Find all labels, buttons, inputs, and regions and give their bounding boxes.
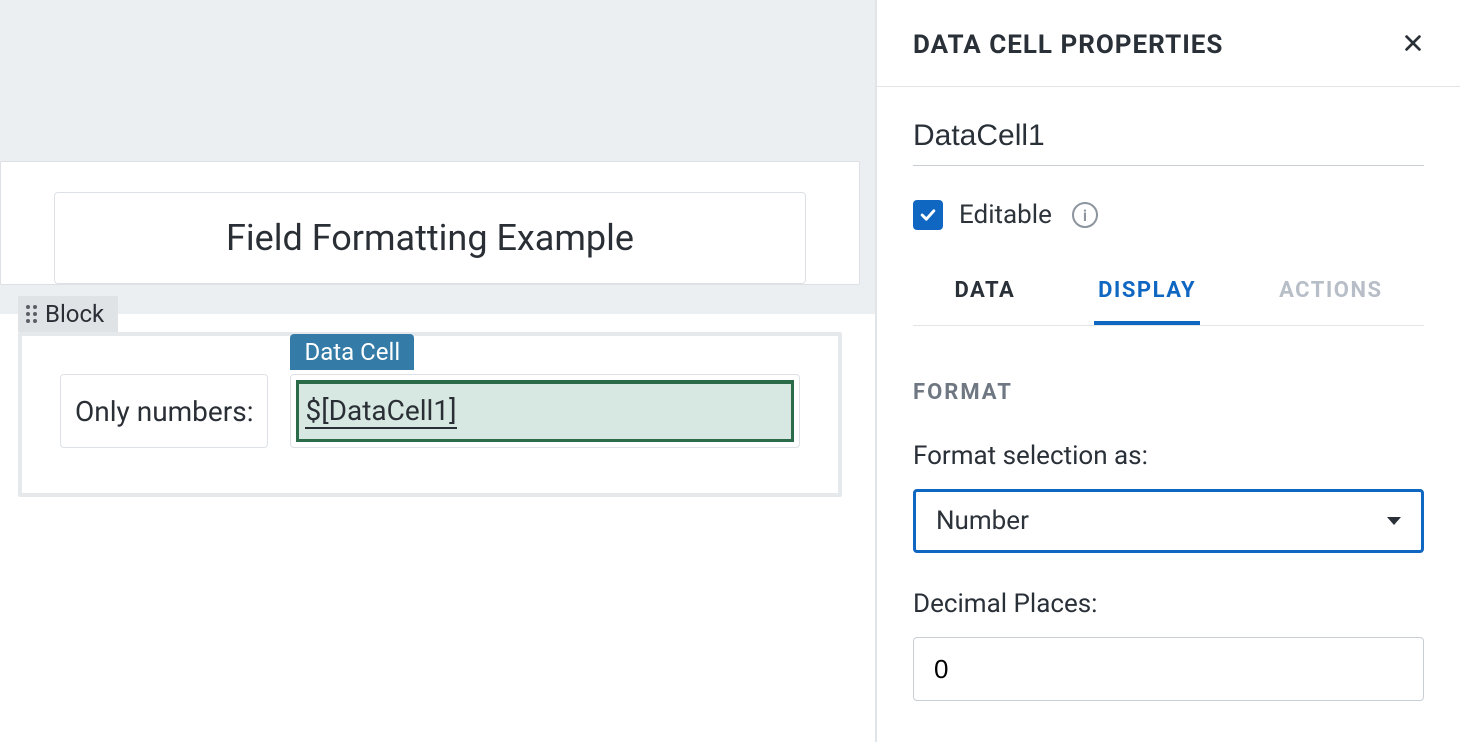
format-select[interactable]: Number [913,489,1424,553]
decimal-places-input[interactable] [913,637,1424,701]
canvas-area: Field Formatting Example Block Only numb… [0,0,875,742]
data-cell-value: $[DataCell1] [305,394,456,429]
label-cell-text: Only numbers: [75,395,253,428]
format-heading: FORMAT [913,380,1424,405]
close-button[interactable] [1402,32,1424,58]
editable-label: Editable [959,200,1052,230]
page-title-card[interactable]: Field Formatting Example [54,192,806,284]
block-container[interactable]: Only numbers: Data Cell $[DataCell1] [18,332,842,497]
page-title: Field Formatting Example [226,217,634,259]
editable-row: Editable i [913,200,1424,230]
canvas-surface: Field Formatting Example [0,161,860,285]
chevron-down-icon [1387,517,1401,525]
tab-display[interactable]: DISPLAY [1094,270,1200,325]
data-cell-wrapper: Data Cell $[DataCell1] [290,374,800,448]
panel-header: DATA CELL PROPERTIES [877,0,1460,87]
properties-panel: DATA CELL PROPERTIES Editable i DATA DIS… [875,0,1460,742]
decimal-places-label: Decimal Places: [913,589,1424,619]
tab-actions: ACTIONS [1275,270,1386,325]
datacell-name-input[interactable] [913,113,1424,166]
info-icon[interactable]: i [1072,202,1098,228]
data-cell[interactable]: $[DataCell1] [290,374,800,448]
editable-checkbox[interactable] [913,200,943,230]
panel-title: DATA CELL PROPERTIES [913,30,1223,60]
data-cell-tag[interactable]: Data Cell [290,334,414,370]
format-selection-label: Format selection as: [913,441,1424,471]
label-cell[interactable]: Only numbers: [60,374,268,448]
data-cell-tag-text: Data Cell [304,338,400,366]
tab-data[interactable]: DATA [950,270,1019,325]
tabs: DATA DISPLAY ACTIONS [913,270,1424,326]
panel-body: Editable i DATA DISPLAY ACTIONS FORMAT F… [877,87,1460,742]
block-label-text: Block [45,300,104,328]
format-select-value: Number [936,506,1029,536]
block-row: Only numbers: Data Cell $[DataCell1] [22,336,838,486]
data-cell-inner[interactable]: $[DataCell1] [296,380,794,442]
close-icon [1402,32,1424,54]
block-label[interactable]: Block [18,296,118,332]
drag-handle-icon[interactable] [26,305,37,323]
checkmark-icon [918,205,938,225]
